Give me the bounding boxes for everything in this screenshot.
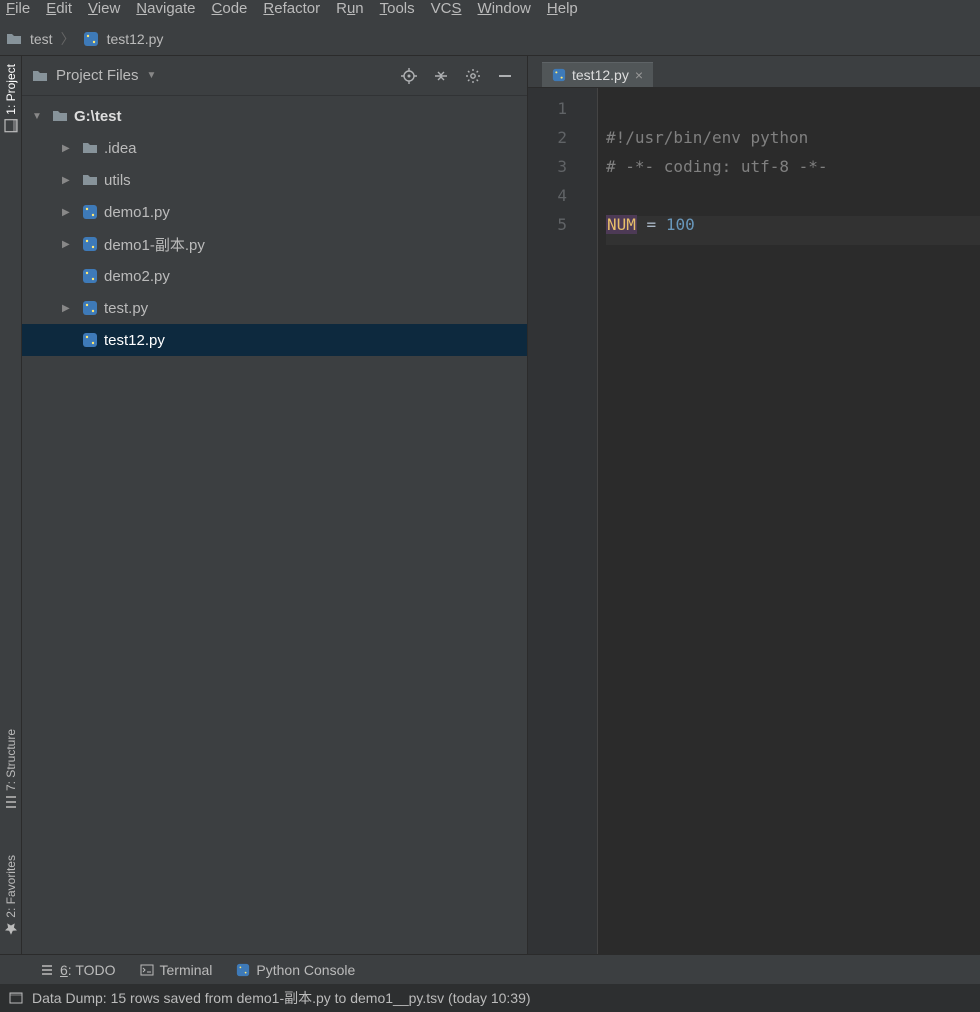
rail-favorites[interactable]: 2: Favorites [2,847,20,944]
folder-icon [82,172,98,188]
tree-item-label: utils [104,172,131,189]
menu-code[interactable]: Code [212,0,248,17]
locate-icon[interactable] [397,64,421,88]
menu-tools[interactable]: Tools [380,0,415,17]
project-tree[interactable]: ▼ G:\test ▶ .idea ▶ utils ▶ demo1.py ▶ demo1-副本… [22,96,527,954]
rail-structure[interactable]: 7: Structure [2,721,20,817]
python-file-icon [82,332,98,348]
breadcrumb: test 〉 test12.py [0,22,980,56]
tree-item-label: .idea [104,140,137,157]
gutter: 1 2 3 4 5 [528,88,598,954]
chevron-down-icon: ▼ [147,70,157,81]
tree-item[interactable]: ▶ test.py [22,292,527,324]
minimize-icon[interactable] [493,64,517,88]
list-icon [40,963,54,977]
menu-navigate[interactable]: Navigate [136,0,195,17]
tree-item-label: demo1.py [104,204,170,221]
tree-item[interactable]: ▶ .idea [22,132,527,164]
statusbar: Data Dump: 15 rows saved from demo1-副本.p… [0,984,980,1012]
tool-terminal[interactable]: Terminal [140,962,213,978]
bottom-toolbar: 6: TODO Terminal Python Console [0,954,980,984]
tree-item-label: demo2.py [104,268,170,285]
breadcrumb-folder[interactable]: test [30,31,53,47]
tree-item[interactable]: ▶ demo1.py [22,196,527,228]
event-log-icon[interactable] [8,990,24,1006]
code-content[interactable]: #!/usr/bin/env python # -*- coding: utf-… [598,88,980,954]
tool-python-console[interactable]: Python Console [236,962,355,978]
tree-item[interactable]: ▶ demo1-副本.py [22,228,527,260]
gear-icon[interactable] [461,64,485,88]
tree-item-label: test.py [104,300,148,317]
editor: test12.py × 1 2 3 4 5 #!/usr/bin/env pyt… [528,56,980,954]
editor-tab[interactable]: test12.py × [542,62,653,87]
tree-item[interactable]: test12.py [22,324,527,356]
menu-file[interactable]: File [6,0,30,17]
editor-tabbar: test12.py × [528,56,980,88]
close-icon[interactable]: × [635,67,643,83]
breadcrumb-file[interactable]: test12.py [107,31,164,47]
tree-item[interactable]: ▶ utils [22,164,527,196]
python-file-icon [82,268,98,284]
status-message: Data Dump: 15 rows saved from demo1-副本.p… [32,988,531,1008]
collapse-all-icon[interactable] [429,64,453,88]
folder-icon [6,31,22,47]
folder-icon [52,108,68,124]
rail-project[interactable]: 1: Project [2,56,20,141]
project-selector[interactable]: Project Files ▼ [32,67,156,84]
folder-icon [82,140,98,156]
tool-todo[interactable]: 6: TODO [40,962,116,978]
folder-icon [32,68,48,84]
chevron-right-icon: ▶ [62,175,76,186]
tree-item-label: test12.py [104,332,165,349]
menu-vcs[interactable]: VCS [431,0,462,17]
chevron-right-icon: ▶ [62,207,76,218]
python-icon [236,963,250,977]
chevron-down-icon: ▼ [32,111,46,122]
code-area[interactable]: 1 2 3 4 5 #!/usr/bin/env python # -*- co… [528,88,980,954]
chevron-right-icon: ▶ [62,239,76,250]
left-rail: 1: Project 7: Structure 2: Favorites [0,56,22,954]
tree-item-label: demo1-副本.py [104,234,205,255]
structure-icon [4,795,18,809]
project-icon [4,119,18,133]
menu-refactor[interactable]: Refactor [263,0,320,17]
terminal-icon [140,963,154,977]
python-file-icon [552,68,566,82]
menu-window[interactable]: Window [478,0,531,17]
menu-run[interactable]: Run [336,0,364,17]
menu-help[interactable]: Help [547,0,578,17]
menu-edit[interactable]: Edit [46,0,72,17]
chevron-right-icon: 〉 [61,29,75,49]
tree-item[interactable]: demo2.py [22,260,527,292]
python-file-icon [83,31,99,47]
tree-root[interactable]: ▼ G:\test [22,100,527,132]
tab-label: test12.py [572,67,629,83]
menu-view[interactable]: View [88,0,120,17]
star-icon [4,922,18,936]
project-header: Project Files ▼ [22,56,527,96]
menubar: File Edit View Navigate Code Refactor Ru… [0,0,980,22]
chevron-right-icon: ▶ [62,303,76,314]
chevron-right-icon: ▶ [62,143,76,154]
python-file-icon [82,236,98,252]
project-panel: Project Files ▼ ▼ G:\test ▶ .idea ▶ utils ▶ d… [22,56,528,954]
python-file-icon [82,300,98,316]
python-file-icon [82,204,98,220]
